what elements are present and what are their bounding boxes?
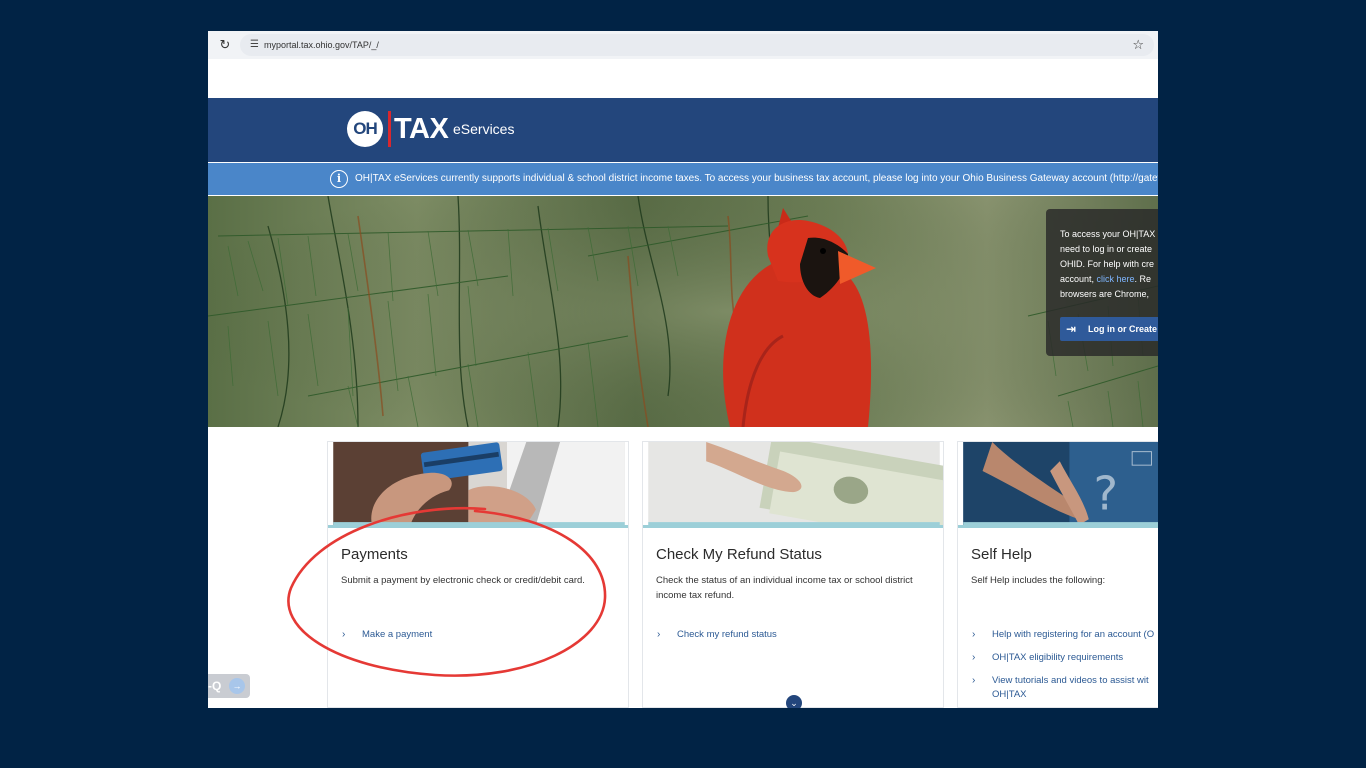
self-help-image: ? <box>958 442 1158 528</box>
link-text: Check my refund status <box>677 629 777 640</box>
link-text: OH|TAX eligibility requirements <box>992 652 1124 663</box>
refund-money-image <box>643 442 943 528</box>
link-text: OH|TAX <box>992 689 1027 700</box>
hero-cardinal-image <box>208 196 1158 427</box>
card-description: Self Help includes the following: <box>971 575 1106 586</box>
notice-banner: i OH|TAX eServices currently supports in… <box>208 163 1158 195</box>
chat-tab-label: -Q <box>208 679 222 693</box>
scroll-down-button[interactable]: ⌄ <box>786 695 802 708</box>
registering-help-link[interactable]: › Help with registering for an account (O <box>972 628 1154 642</box>
self-help-card: ? Self Help Self Help includes the follo… <box>957 441 1158 708</box>
arrow-right-icon: → <box>229 678 245 694</box>
tutorials-videos-link[interactable]: › View tutorials and videos to assist wit… <box>972 674 1149 702</box>
logo-eservices: eServices <box>453 121 515 137</box>
logo-tax[interactable]: TAX <box>394 110 449 148</box>
question-mark-graphic: ? <box>1094 467 1119 521</box>
login-text-line: need to log in or create <box>1060 244 1153 254</box>
login-text-line: account, click here. Re <box>1060 272 1158 287</box>
chevron-down-icon: ⌄ <box>790 698 798 708</box>
login-text-line: OHID. For help with cre <box>1060 259 1155 269</box>
refund-status-card: Check My Refund Status Check the status … <box>642 441 944 708</box>
login-panel: To access your OH|TAX need to log in or … <box>1046 209 1158 356</box>
eligibility-requirements-link[interactable]: › OH|TAX eligibility requirements <box>972 651 1123 665</box>
notice-text: OH|TAX eServices currently supports indi… <box>355 173 1158 184</box>
card-title: Check My Refund Status <box>656 546 822 563</box>
chevron-right-icon: › <box>972 675 976 686</box>
login-create-button[interactable]: ⇥ Log in or Create <box>1060 317 1158 341</box>
link-text: Help with registering for an account (O <box>992 629 1155 640</box>
sign-in-icon: ⇥ <box>1066 322 1077 336</box>
card-title: Self Help <box>971 546 1032 563</box>
login-text-line: To access your OH|TAX <box>1060 229 1156 239</box>
hero-banner: To access your OH|TAX need to log in or … <box>208 196 1158 427</box>
logo-oh-badge[interactable]: OH <box>347 111 383 147</box>
site-header: OH TAX eServices <box>208 98 1158 162</box>
card-description: Check the status of an individual income… <box>656 575 913 601</box>
chevron-right-icon: › <box>972 629 976 640</box>
browser-toolbar: ↻ ☰ myportal.tax.ohio.gov/TAP/_/ ☆ <box>208 31 1158 59</box>
login-text-line: browsers are Chrome, <box>1060 289 1150 299</box>
annotation-circle <box>287 506 607 677</box>
login-panel-text: To access your OH|TAX need to log in or … <box>1060 227 1158 302</box>
help-click-here-link[interactable]: click here <box>1097 274 1135 284</box>
chat-widget-tab[interactable]: -Q → <box>208 674 250 698</box>
chevron-right-icon: › <box>657 629 661 640</box>
check-refund-status-link[interactable]: › Check my refund status <box>657 628 777 642</box>
login-text-fragment: account, <box>1060 274 1097 284</box>
login-text-fragment: . Re <box>1134 274 1152 284</box>
login-button-label: Log in or Create <box>1088 324 1158 334</box>
site-settings-icon[interactable]: ☰ <box>250 38 262 52</box>
logo-divider <box>388 111 391 147</box>
star-icon[interactable]: ☆ <box>1132 37 1144 53</box>
reload-icon[interactable]: ↻ <box>216 36 234 54</box>
chevron-right-icon: › <box>972 652 976 663</box>
info-icon: i <box>330 170 348 188</box>
url-text: myportal.tax.ohio.gov/TAP/_/ <box>264 40 379 50</box>
address-bar[interactable]: ☰ myportal.tax.ohio.gov/TAP/_/ ☆ <box>240 34 1154 56</box>
link-text: View tutorials and videos to assist wit <box>992 675 1149 686</box>
